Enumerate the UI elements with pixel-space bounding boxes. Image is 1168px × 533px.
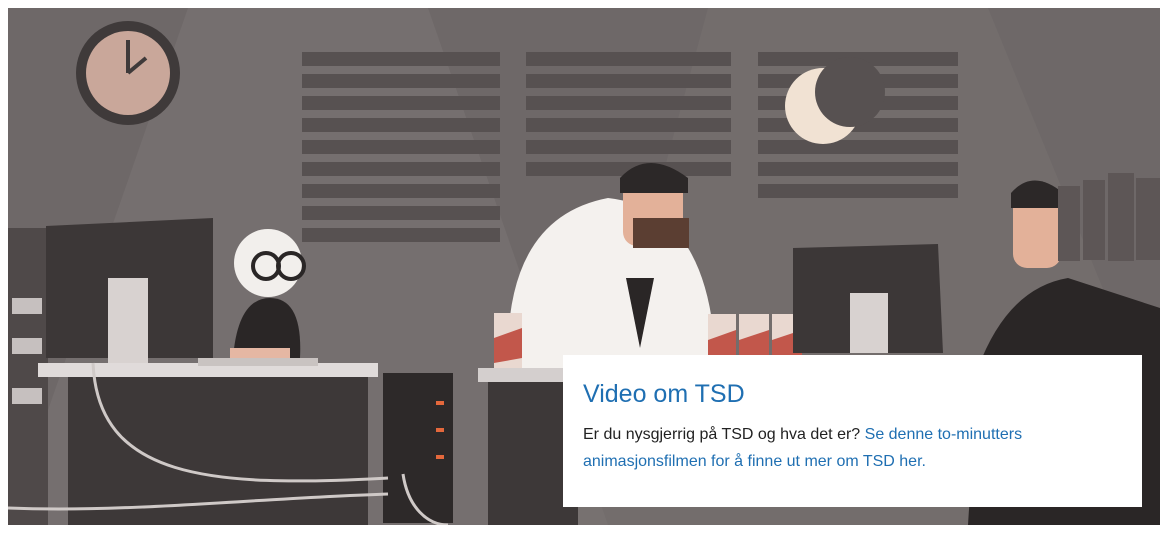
window-blinds-left [302, 52, 500, 242]
card-description: Er du nysgjerrig på TSD og hva det er? S… [583, 421, 1122, 475]
clock-icon [76, 21, 180, 125]
binders [1058, 173, 1160, 261]
card-title: Video om TSD [583, 380, 745, 408]
video-info-card: Video om TSD Er du nysgjerrig på TSD og … [563, 355, 1142, 507]
card-text: Er du nysgjerrig på TSD og hva det er? [583, 426, 865, 443]
